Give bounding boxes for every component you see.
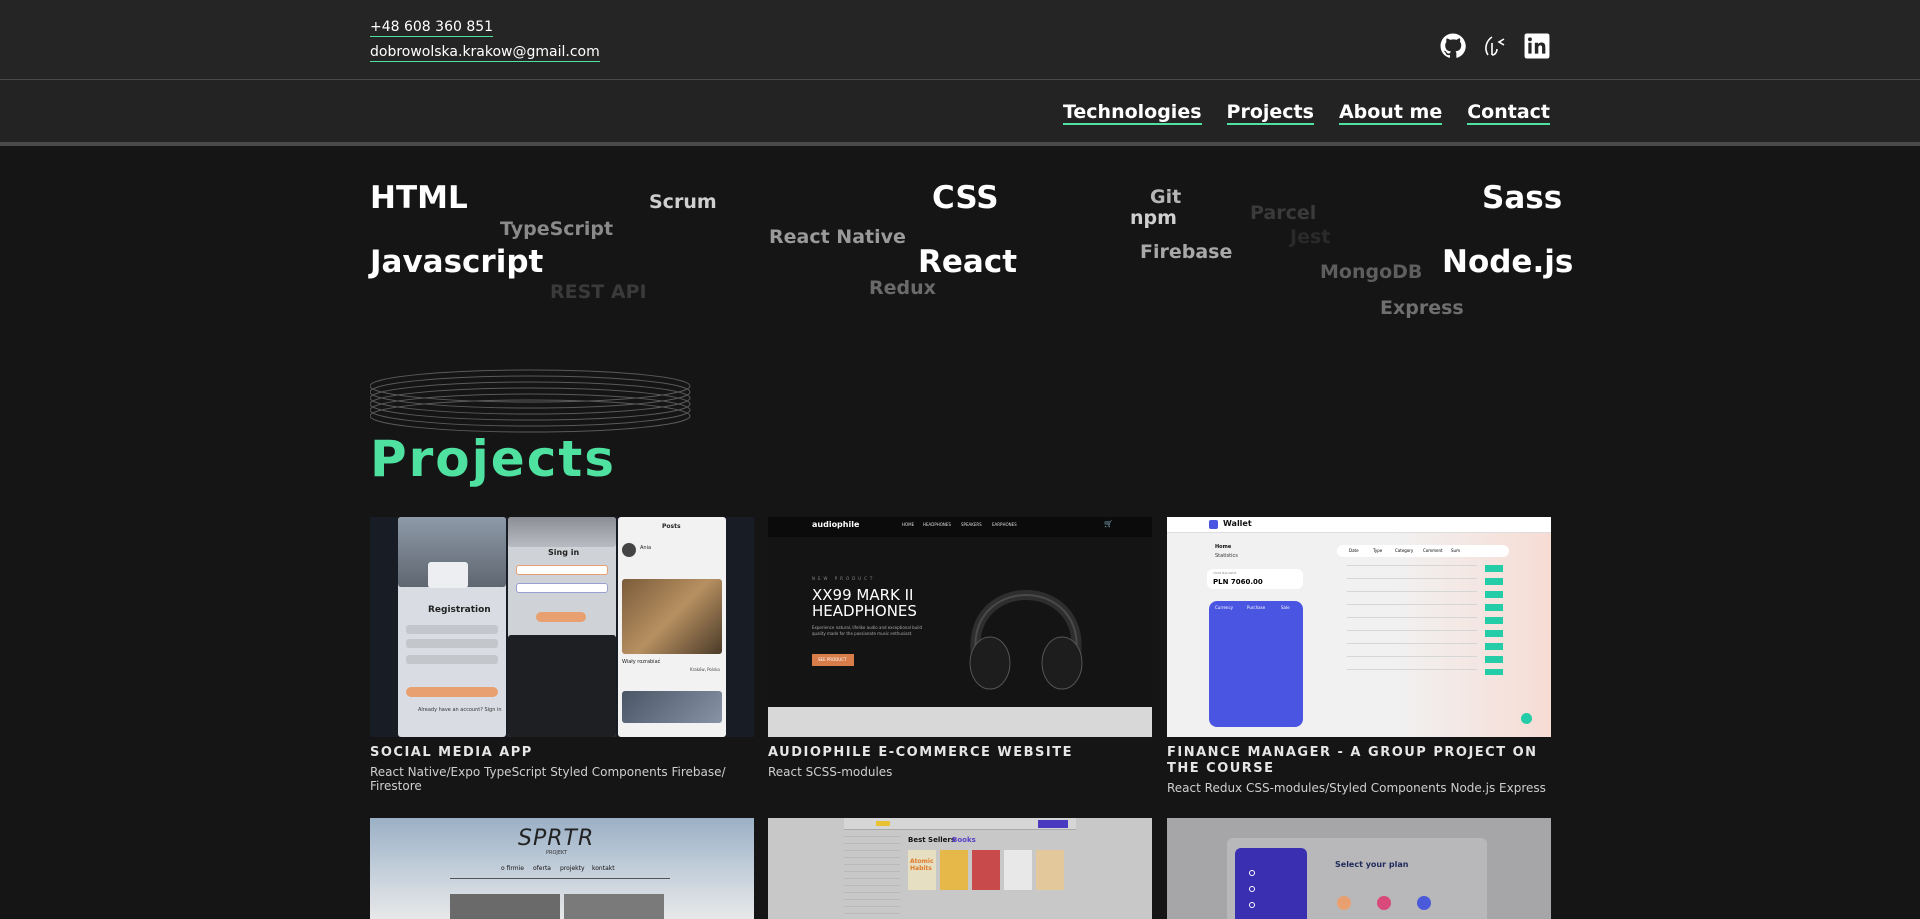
main-nav: Technologies Projects About me Contact bbox=[0, 80, 1920, 146]
project-card[interactable]: Wallet Home Statistics YOUR BALANCE PLN … bbox=[1167, 517, 1551, 795]
audiophile-eyebrow: NEW PRODUCT bbox=[812, 576, 876, 581]
wallet-tcol-category: Category bbox=[1395, 548, 1414, 553]
audiophile-description: Experience natural, lifelike audio and e… bbox=[812, 625, 923, 636]
project-card[interactable]: Registration Already have an account? Si… bbox=[370, 517, 754, 793]
sprtr-sub: PROJEKT bbox=[546, 850, 568, 856]
wallet-col-currency: Currency bbox=[1215, 605, 1234, 610]
project-title[interactable]: Finance Manager - a group project on the… bbox=[1167, 745, 1551, 777]
audiophile-cta: SEE PRODUCT bbox=[818, 657, 847, 662]
phone-link[interactable]: +48 608 360 851 bbox=[370, 18, 494, 37]
bookstore-book-title: Atomic Habits bbox=[910, 858, 934, 872]
tech-scrum: Scrum bbox=[649, 191, 717, 213]
wallet-logo: Wallet bbox=[1223, 519, 1252, 528]
tech-rest-api: REST API bbox=[550, 281, 647, 303]
nav-links: Technologies Projects About me Contact bbox=[1062, 101, 1550, 125]
linkedin-icon[interactable] bbox=[1524, 33, 1550, 59]
wallet-tcol-type: Type bbox=[1373, 548, 1383, 553]
email-link[interactable]: dobrowolska.krakow@gmail.com bbox=[370, 43, 600, 62]
wallet-balance-label: YOUR BALANCE bbox=[1213, 571, 1237, 575]
tech-express: Express bbox=[1380, 297, 1464, 319]
audiophile-headline-1: XX99 MARK II bbox=[812, 586, 914, 604]
nav-technologies[interactable]: Technologies bbox=[1062, 101, 1202, 125]
top-bar: +48 608 360 851 dobrowolska.krakow@gmail… bbox=[0, 0, 1920, 80]
screen-signin-label: Sing in bbox=[548, 548, 580, 557]
project-title[interactable]: Audiophile e-commerce website bbox=[768, 745, 1152, 761]
project-tech: React Native/Expo TypeScript Styled Comp… bbox=[370, 765, 726, 793]
tech-typescript: TypeScript bbox=[500, 218, 614, 240]
sprtr-nav-firm: o firmie bbox=[501, 865, 524, 872]
nav-about-me[interactable]: About me bbox=[1338, 101, 1443, 125]
project-thumbnail-social-media[interactable]: Registration Already have an account? Si… bbox=[370, 517, 754, 737]
project-thumbnail-plan[interactable]: Select your plan bbox=[1167, 818, 1551, 919]
sprtr-nav-projects: projekty bbox=[560, 865, 585, 872]
tech-sass: Sass bbox=[1482, 180, 1563, 216]
tech-parcel: Parcel bbox=[1250, 202, 1317, 224]
sprtr-nav-contact: kontakt bbox=[592, 865, 615, 872]
wallet-tcol-comment: Comment bbox=[1423, 548, 1443, 553]
wallet-col-sale: Sale bbox=[1281, 605, 1290, 610]
wallet-menu-statistics: Statistics bbox=[1215, 553, 1238, 559]
screen-location: Kraków, Polska bbox=[690, 667, 720, 672]
cart-icon: 🛒 bbox=[1104, 520, 1113, 528]
screen-registration-label: Registration bbox=[428, 605, 491, 615]
screen-author-label: Ania bbox=[640, 545, 652, 551]
tech-jest: Jest bbox=[1290, 226, 1331, 248]
sprtr-nav-offer: oferta bbox=[533, 865, 551, 872]
social-links bbox=[1440, 33, 1550, 59]
project-tech: React Redux CSS-modules/Styled Component… bbox=[1167, 781, 1546, 795]
contact-info: +48 608 360 851 dobrowolska.krakow@gmail… bbox=[370, 18, 600, 68]
sprtr-logo: SPRTR bbox=[518, 826, 595, 851]
audiophile-logo: audiophile bbox=[812, 520, 860, 529]
screen-post-title: Wiały rozrabiać bbox=[622, 659, 661, 665]
tech-firebase: Firebase bbox=[1140, 241, 1233, 263]
tech-npm: npm bbox=[1130, 207, 1177, 229]
project-tech: React SCSS-modules bbox=[768, 765, 893, 779]
tech-react: React bbox=[918, 244, 1018, 280]
bookstore-heading: Best Sellers bbox=[908, 836, 955, 844]
tech-javascript: Javascript bbox=[370, 244, 544, 280]
project-card[interactable]: Best Sellers Books Atomic Habits bbox=[768, 818, 1152, 919]
tech-html: HTML bbox=[370, 180, 468, 216]
wallet-col-purchase: Purchase bbox=[1247, 605, 1266, 610]
wallet-tcol-date: Date bbox=[1349, 548, 1359, 553]
project-thumbnail-wallet[interactable]: Wallet Home Statistics YOUR BALANCE PLN … bbox=[1167, 517, 1551, 737]
project-card[interactable]: audiophile HOME HEADPHONES SPEAKERS EARP… bbox=[768, 517, 1152, 779]
tech-redux: Redux bbox=[869, 277, 936, 299]
project-thumbnail-bookstore[interactable]: Best Sellers Books Atomic Habits bbox=[768, 818, 1152, 919]
audiophile-nav-speakers: SPEAKERS bbox=[961, 522, 982, 527]
projects-heading: Projects bbox=[370, 430, 617, 488]
project-card[interactable]: Select your plan bbox=[1167, 818, 1551, 919]
plan-heading: Select your plan bbox=[1335, 860, 1409, 869]
audiophile-nav-headphones: HEADPHONES bbox=[923, 522, 951, 527]
tech-git: Git bbox=[1150, 186, 1182, 208]
bookstore-heading-books: Books bbox=[952, 836, 976, 844]
screen-posts-label: Posts bbox=[662, 523, 681, 530]
wallet-balance: PLN 7060.00 bbox=[1213, 578, 1263, 586]
tech-css: CSS bbox=[932, 180, 999, 216]
tech-react-native: React Native bbox=[769, 226, 906, 248]
tech-nodejs: Node.js bbox=[1442, 244, 1574, 280]
github-icon[interactable] bbox=[1440, 33, 1466, 59]
audiophile-headline-2: HEADPHONES bbox=[812, 602, 917, 620]
audiophile-nav-home: HOME bbox=[902, 522, 915, 527]
project-thumbnail-sprtr[interactable]: SPRTR PROJEKT o firmie oferta projekty k… bbox=[370, 818, 754, 919]
project-thumbnail-audiophile[interactable]: audiophile HOME HEADPHONES SPEAKERS EARP… bbox=[768, 517, 1152, 737]
project-title[interactable]: Social Media App bbox=[370, 745, 754, 761]
project-card[interactable]: SPRTR PROJEKT o firmie oferta projekty k… bbox=[370, 818, 754, 919]
wallet-tcol-sum: Sum bbox=[1451, 548, 1460, 553]
nav-projects[interactable]: Projects bbox=[1226, 101, 1314, 125]
wallet-menu-home: Home bbox=[1215, 544, 1232, 550]
nav-contact[interactable]: Contact bbox=[1467, 101, 1550, 125]
screen-signin-hint: Already have an account? Sign in bbox=[418, 707, 502, 713]
tech-mongodb: MongoDB bbox=[1320, 261, 1423, 283]
audiophile-nav-earphones: EARPHONES bbox=[992, 522, 1017, 527]
custom-logo-icon[interactable] bbox=[1482, 33, 1508, 59]
headphones-image bbox=[969, 590, 1083, 690]
